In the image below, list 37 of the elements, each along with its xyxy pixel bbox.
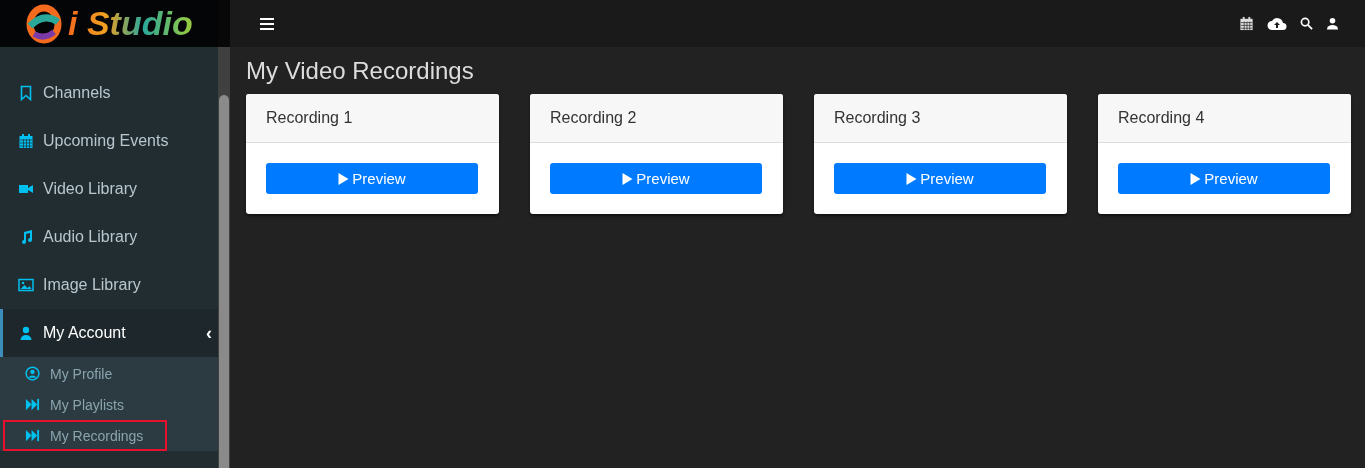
sidebar-item[interactable]: Upcoming Events: [0, 117, 218, 165]
play-icon: [338, 172, 350, 185]
sidebar-item[interactable]: Audio Library: [0, 213, 218, 261]
recording-title: Recording 1: [266, 109, 353, 127]
play-icon: [622, 172, 634, 185]
submenu-item[interactable]: My Recordings: [3, 420, 167, 451]
forward-icon: [25, 428, 40, 443]
bookmark-icon: [18, 85, 34, 101]
menu-icon[interactable]: [260, 17, 274, 30]
submenu-item[interactable]: My Profile: [3, 358, 167, 389]
logo-icon: [24, 3, 64, 44]
calendar-icon: [18, 133, 34, 149]
play-icon: [1190, 172, 1202, 185]
user-icon[interactable]: [1326, 17, 1339, 30]
sidebar-item[interactable]: Video Library: [0, 165, 218, 213]
recording-title: Recording 3: [834, 109, 921, 127]
caret-icon: ‹: [206, 322, 212, 344]
sidebar-item[interactable]: My Account ‹: [0, 309, 218, 357]
user-icon: [18, 325, 34, 341]
sidebar-item[interactable]: Image Library: [0, 261, 218, 309]
search-icon[interactable]: [1300, 17, 1313, 30]
preview-button[interactable]: Preview: [550, 163, 762, 194]
scrollbar-thumb[interactable]: [219, 95, 229, 468]
preview-button[interactable]: Preview: [1118, 163, 1330, 194]
calendar-icon[interactable]: [1239, 16, 1254, 31]
page-title: My Video Recordings: [246, 57, 475, 85]
forward-icon: [25, 397, 40, 412]
cloud-upload-icon[interactable]: [1267, 16, 1287, 31]
play-icon: [906, 172, 918, 185]
recording-title: Recording 2: [550, 109, 637, 127]
submenu-item[interactable]: My Playlists: [3, 389, 167, 420]
user-circle-icon: [25, 366, 40, 381]
preview-button[interactable]: Preview: [834, 163, 1046, 194]
recording-title: Recording 4: [1118, 109, 1205, 127]
image-icon: [18, 277, 34, 293]
preview-button[interactable]: Preview: [266, 163, 478, 194]
sidebar-item[interactable]: Channels: [0, 69, 218, 117]
